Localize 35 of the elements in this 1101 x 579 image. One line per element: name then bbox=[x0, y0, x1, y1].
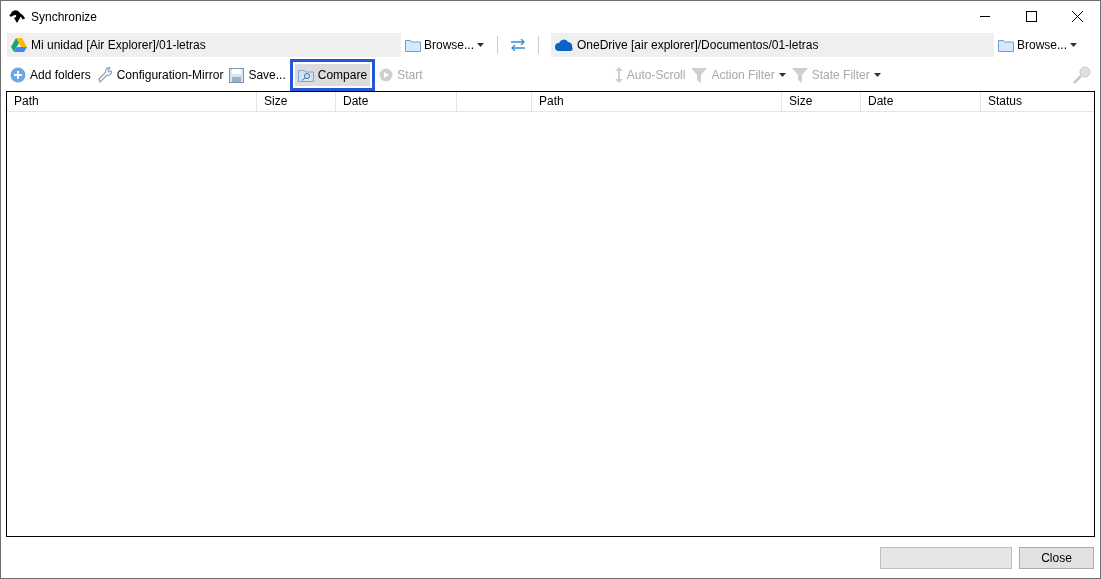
search-icon bbox=[1073, 66, 1091, 84]
folder-search-icon bbox=[297, 68, 314, 82]
browse-button[interactable]: Browse... bbox=[994, 34, 1084, 56]
column-header[interactable]: Size bbox=[782, 92, 861, 111]
caret-icon bbox=[778, 73, 786, 77]
wrench-icon bbox=[96, 67, 113, 83]
toolbar-button[interactable]: Add folders bbox=[7, 64, 94, 86]
column-header[interactable]: Date bbox=[336, 92, 457, 111]
play-icon bbox=[379, 68, 394, 82]
browse-button[interactable]: Browse... bbox=[401, 34, 491, 56]
caret-icon bbox=[477, 43, 484, 47]
cloud-icon bbox=[555, 39, 573, 51]
caret-icon bbox=[1070, 43, 1077, 47]
window-title: Synchronize bbox=[31, 9, 98, 24]
swap-icon[interactable] bbox=[510, 39, 526, 51]
caret-icon bbox=[873, 73, 881, 77]
column-header[interactable]: Status bbox=[981, 92, 1094, 111]
close-button[interactable]: Close bbox=[1019, 547, 1094, 569]
app-icon bbox=[9, 9, 25, 24]
column-header[interactable]: Date bbox=[861, 92, 981, 111]
funnel-icon bbox=[691, 67, 708, 83]
vertical-arrow-icon bbox=[614, 67, 623, 83]
folder-icon bbox=[405, 38, 421, 52]
folder-path: OneDrive [air explorer]/Documentos/01-letras bbox=[577, 37, 819, 54]
column-header[interactable]: Path bbox=[532, 92, 782, 111]
toolbar-button[interactable]: Configuration-Mirror bbox=[93, 64, 227, 86]
drive-icon bbox=[11, 38, 27, 52]
plus-icon bbox=[10, 67, 26, 83]
funnel-icon bbox=[791, 67, 808, 83]
toolbar-button[interactable]: Save... bbox=[226, 64, 289, 86]
folder-icon bbox=[998, 38, 1014, 52]
column-header[interactable]: Path bbox=[7, 92, 257, 111]
folder-path: Mi unidad [Air Explorer]/01-letras bbox=[31, 37, 206, 54]
column-header[interactable]: Size bbox=[257, 92, 336, 111]
floppy-icon bbox=[229, 67, 245, 83]
